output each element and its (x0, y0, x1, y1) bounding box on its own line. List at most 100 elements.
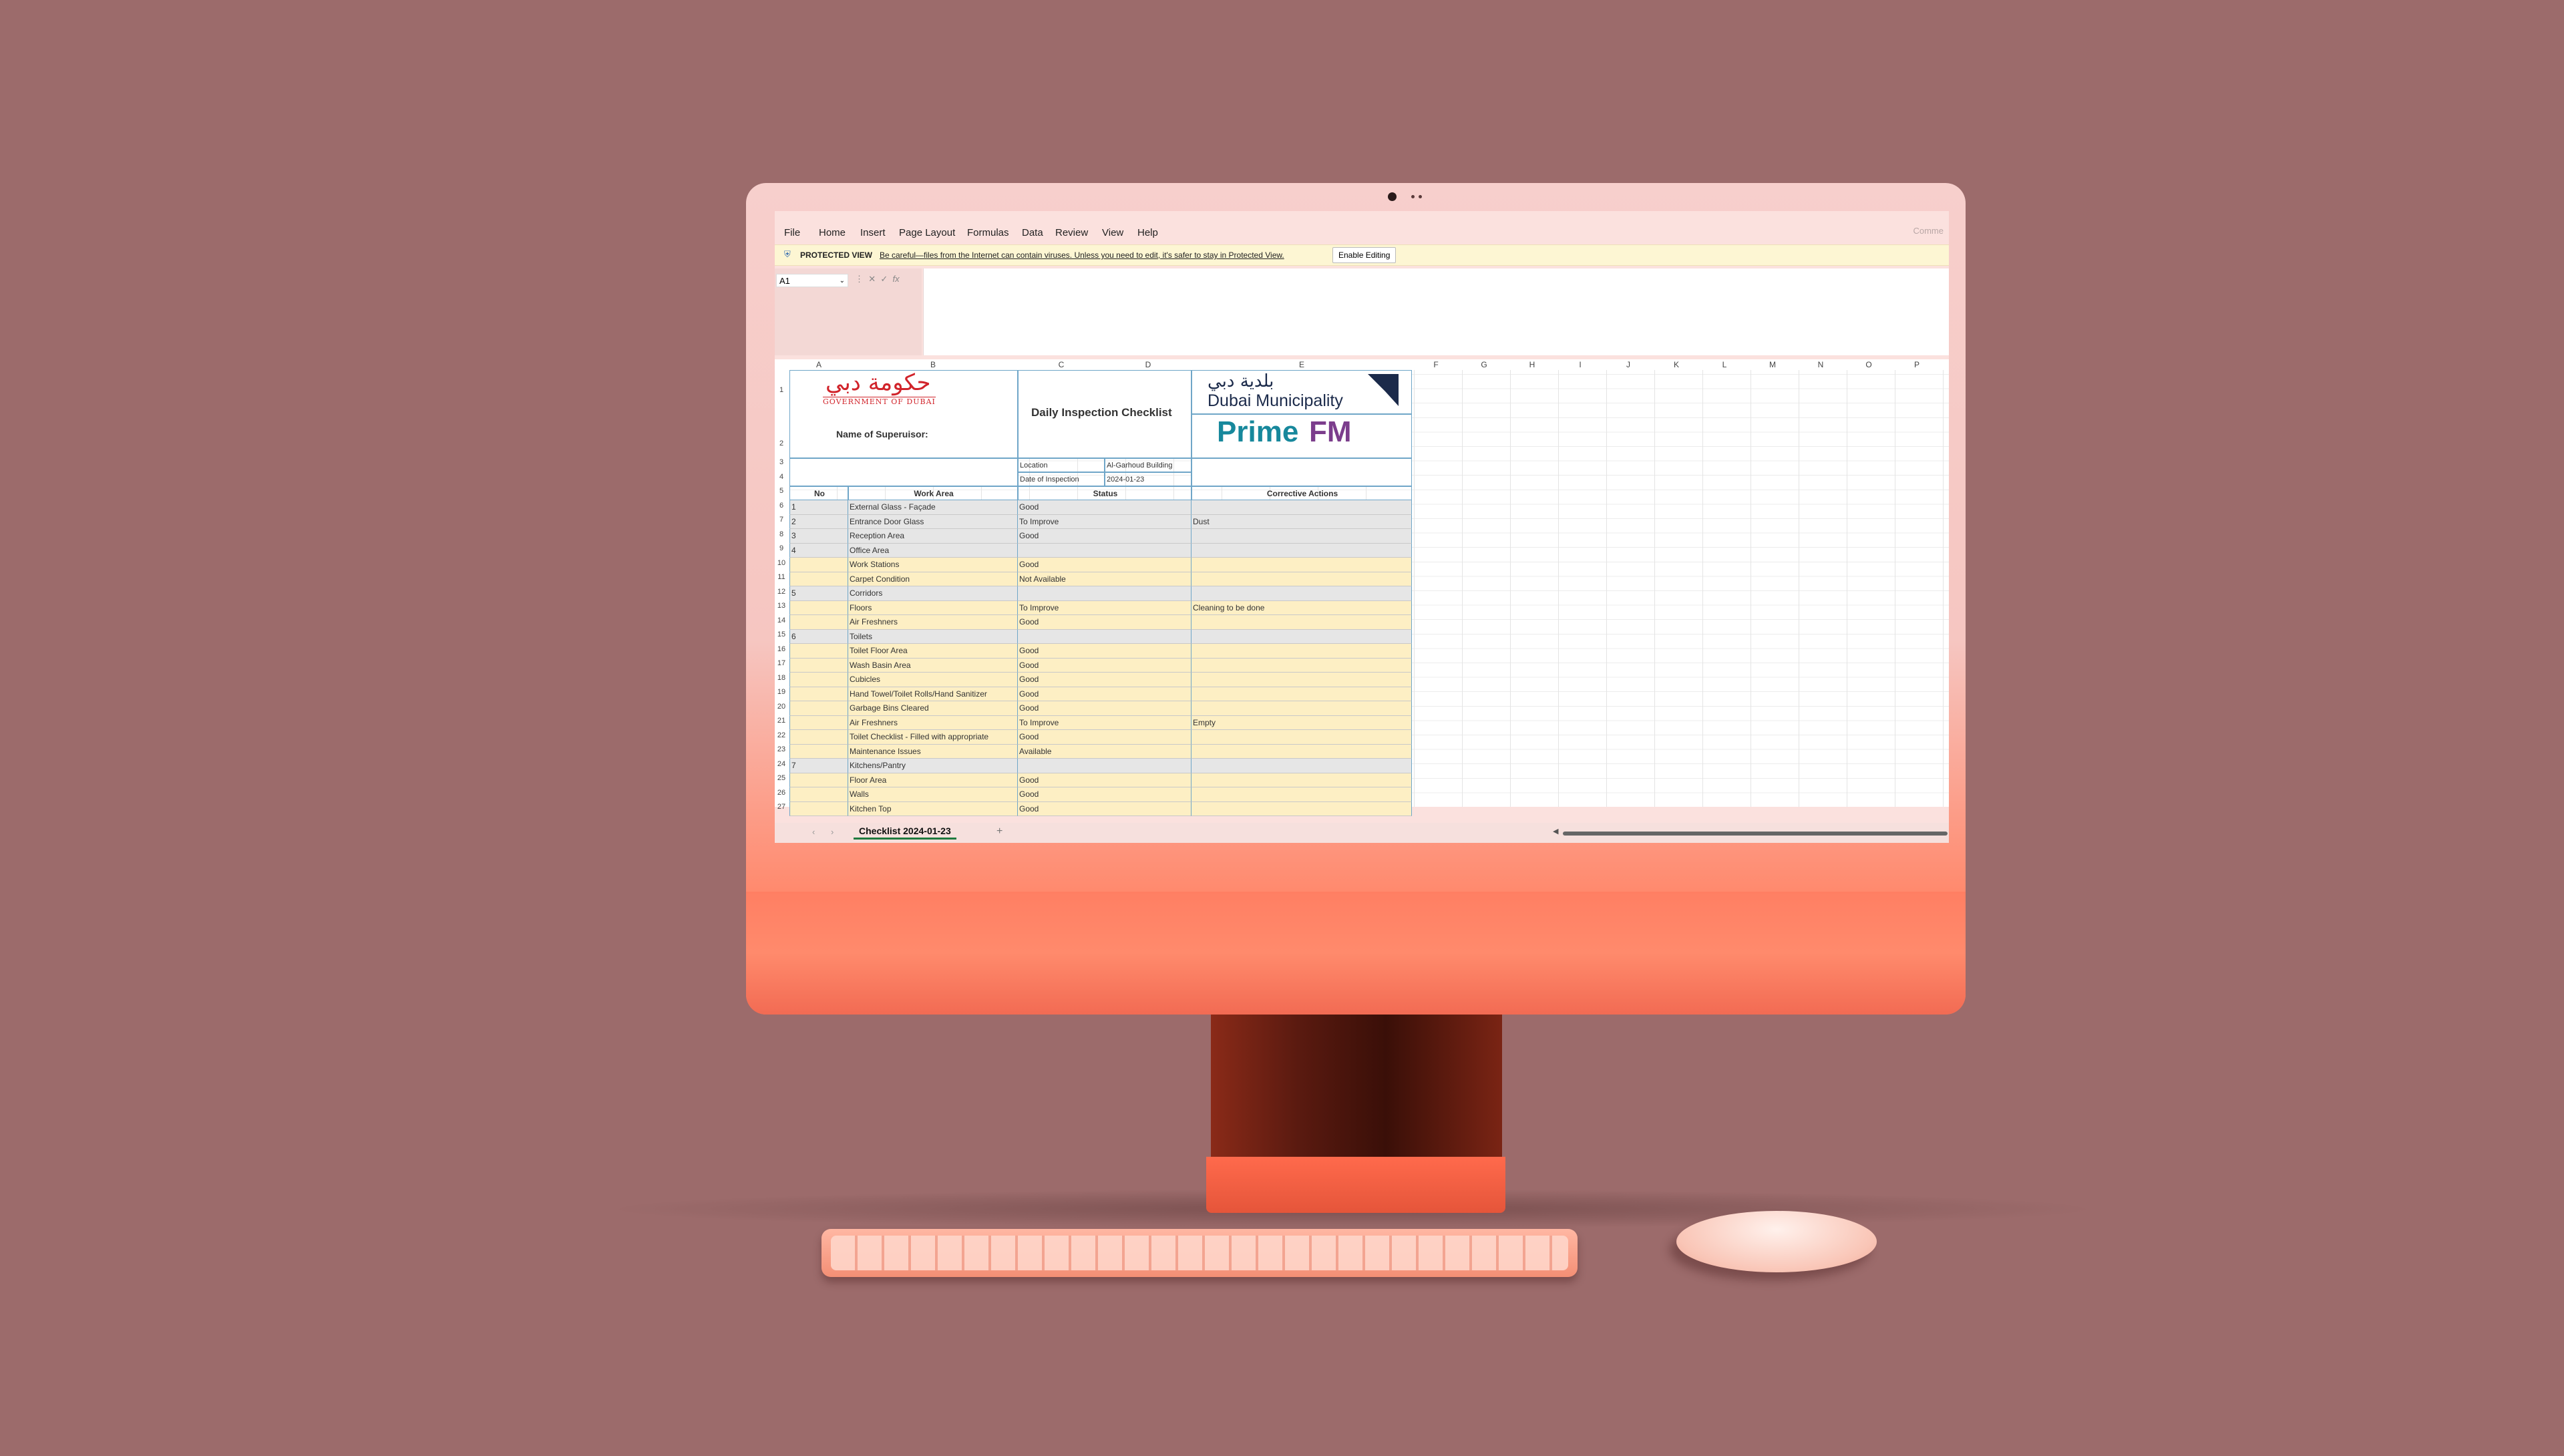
column-header-l[interactable]: L (1700, 359, 1749, 370)
row-number[interactable]: 21 (775, 717, 788, 725)
cell-status[interactable]: Not Available (1018, 572, 1192, 586)
cell-no[interactable] (789, 600, 848, 615)
cell-area[interactable]: Cubicles (848, 673, 1018, 687)
cell-no[interactable] (789, 744, 848, 759)
column-header-n[interactable]: N (1797, 359, 1845, 370)
cell-status[interactable] (1018, 759, 1192, 773)
cell-area[interactable]: Toilets (848, 629, 1018, 644)
column-header-j[interactable]: J (1604, 359, 1652, 370)
cell-no[interactable] (789, 701, 848, 716)
column-header-m[interactable]: M (1749, 359, 1797, 370)
column-header-f[interactable]: F (1412, 359, 1460, 370)
cell-no[interactable] (789, 801, 848, 816)
row-number[interactable]: 17 (775, 659, 788, 667)
cell-no[interactable] (789, 673, 848, 687)
cell-action[interactable] (1192, 572, 1412, 586)
protected-view-message[interactable]: Be careful—files from the Internet can c… (880, 250, 1284, 260)
menu-view[interactable]: View (1102, 227, 1123, 238)
column-header-k[interactable]: K (1652, 359, 1700, 370)
enable-editing-button[interactable]: Enable Editing (1332, 247, 1397, 263)
menu-file[interactable]: File (784, 227, 800, 238)
cell-action[interactable]: Cleaning to be done (1192, 600, 1412, 615)
cell-status[interactable] (1018, 629, 1192, 644)
cell-no[interactable]: 7 (789, 759, 848, 773)
cell-no[interactable]: 5 (789, 586, 848, 601)
row-number[interactable]: 19 (775, 688, 788, 696)
cell-no[interactable] (789, 572, 848, 586)
column-header-b[interactable]: B (848, 359, 1018, 370)
cell-no[interactable] (789, 787, 848, 802)
cell-status[interactable] (1018, 586, 1192, 601)
row-number[interactable]: 13 (775, 602, 788, 610)
cell-status[interactable]: Good (1018, 644, 1192, 659)
cell-area[interactable]: Hand Towel/Toilet Rolls/Hand Sanitizer (848, 687, 1018, 701)
cell-action[interactable] (1192, 759, 1412, 773)
cell-area[interactable]: Toilet Floor Area (848, 644, 1018, 659)
cell-area[interactable]: Work Stations (848, 558, 1018, 572)
menu-review[interactable]: Review (1055, 227, 1088, 238)
row-number[interactable]: 26 (775, 789, 788, 797)
cell-no[interactable] (789, 773, 848, 787)
next-sheet-icon[interactable]: › (831, 827, 834, 837)
cell-no[interactable] (789, 715, 848, 730)
cell-no[interactable] (789, 658, 848, 673)
menu-help[interactable]: Help (1137, 227, 1158, 238)
cell-no[interactable] (789, 558, 848, 572)
column-header-h[interactable]: H (1508, 359, 1556, 370)
cell-area[interactable]: Walls (848, 787, 1018, 802)
cell-action[interactable] (1192, 586, 1412, 601)
cell-action[interactable] (1192, 673, 1412, 687)
cell-no[interactable]: 6 (789, 629, 848, 644)
cell-action[interactable] (1192, 701, 1412, 716)
cell-action[interactable] (1192, 500, 1412, 515)
name-box[interactable]: A1 ⌄ (776, 274, 848, 287)
row-number[interactable]: 14 (775, 616, 788, 624)
column-header-o[interactable]: O (1845, 359, 1893, 370)
cell-status[interactable]: Good (1018, 500, 1192, 515)
column-header-i[interactable]: I (1556, 359, 1604, 370)
cell-status[interactable]: Good (1018, 658, 1192, 673)
cell-area[interactable]: Air Freshners (848, 615, 1018, 630)
cell-status[interactable]: Good (1018, 701, 1192, 716)
prev-sheet-icon[interactable]: ‹ (812, 827, 815, 837)
row-number[interactable]: 2 (775, 439, 788, 447)
menu-formulas[interactable]: Formulas (967, 227, 1009, 238)
cell-action[interactable] (1192, 644, 1412, 659)
cell-no[interactable]: 3 (789, 529, 848, 544)
cell-action[interactable] (1192, 543, 1412, 558)
fx-icon[interactable]: fx (893, 274, 900, 284)
row-number[interactable]: 25 (775, 774, 788, 782)
cell-area[interactable]: Wash Basin Area (848, 658, 1018, 673)
more-icon[interactable]: ⋮ (855, 274, 864, 284)
cell-area[interactable]: Floor Area (848, 773, 1018, 787)
row-number[interactable]: 10 (775, 559, 788, 567)
sheet-tab-checklist[interactable]: Checklist 2024-01-23 (854, 826, 956, 840)
row-number[interactable]: 16 (775, 645, 788, 653)
cell-action[interactable]: Empty (1192, 715, 1412, 730)
cell-action[interactable] (1192, 629, 1412, 644)
cell-status[interactable]: To Improve (1018, 600, 1192, 615)
row-number[interactable]: 22 (775, 731, 788, 739)
row-number[interactable]: 27 (775, 803, 788, 811)
cell-area[interactable]: Kitchens/Pantry (848, 759, 1018, 773)
menu-insert[interactable]: Insert (860, 227, 886, 238)
menu-page-layout[interactable]: Page Layout (899, 227, 955, 238)
cell-area[interactable]: Maintenance Issues (848, 744, 1018, 759)
cell-no[interactable]: 4 (789, 543, 848, 558)
horizontal-scrollbar[interactable] (1563, 832, 1948, 836)
cell-area[interactable]: Reception Area (848, 529, 1018, 544)
spreadsheet-grid[interactable]: ABCDEFGHIJKLMNOP 1 2 3 4 5 6 7 8 9 10 11 12 13 14 15 16… (775, 359, 1949, 816)
check-icon[interactable]: ✓ (880, 274, 888, 284)
column-header-g[interactable]: G (1460, 359, 1508, 370)
cell-action[interactable] (1192, 773, 1412, 787)
cell-action[interactable] (1192, 658, 1412, 673)
formula-bar[interactable] (923, 268, 1949, 355)
cell-area[interactable]: Office Area (848, 543, 1018, 558)
cell-status[interactable]: Good (1018, 787, 1192, 802)
comments-button[interactable]: Comme (1913, 226, 1944, 236)
cell-action[interactable] (1192, 801, 1412, 816)
row-number[interactable]: 1 (775, 386, 788, 394)
cell-status[interactable] (1018, 543, 1192, 558)
cell-action[interactable] (1192, 615, 1412, 630)
menu-data[interactable]: Data (1022, 227, 1043, 238)
